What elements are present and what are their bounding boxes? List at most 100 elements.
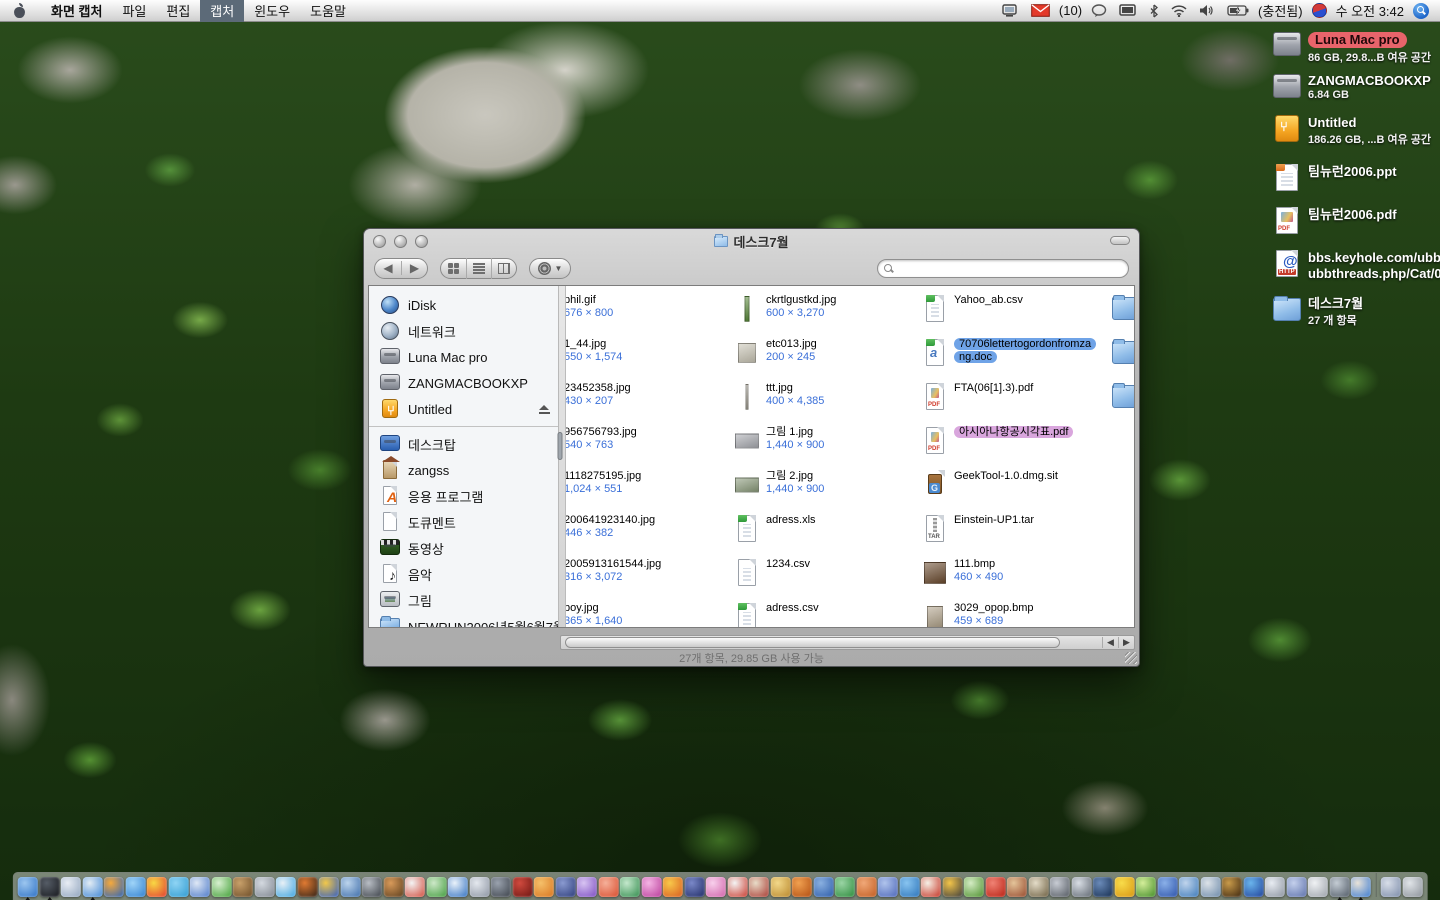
dock-icon-flower-orange[interactable]	[663, 877, 683, 897]
desktop-icon-데스크7월[interactable]: 데스크7월27 개 항목	[1272, 295, 1363, 328]
resize-grip[interactable]	[1125, 652, 1137, 664]
file-item[interactable]: ckrtlgustkd.jpg600 × 3,270	[734, 294, 836, 324]
dock-icon-ical[interactable]	[405, 877, 425, 897]
dock-icon-red-book[interactable]	[512, 877, 532, 897]
dock-icon-ichat[interactable]	[125, 877, 145, 897]
apple-menu[interactable]	[0, 0, 41, 22]
scroll-right-arrow[interactable]: ▶	[1118, 637, 1134, 648]
dock-icon-office-word[interactable]	[813, 877, 833, 897]
icon-view-button[interactable]	[441, 258, 466, 279]
dock-icon-cyberduck[interactable]	[1114, 877, 1134, 897]
desktop-icon-Luna Mac pro[interactable]: Luna Mac pro86 GB, 29.8...B 여유 공간	[1272, 30, 1431, 65]
dock-icon-google-earth[interactable]	[1243, 877, 1263, 897]
korean-input-flag-icon[interactable]	[1309, 0, 1330, 22]
dock-icon-capture-one[interactable]	[448, 877, 468, 897]
displays-icon[interactable]	[1116, 0, 1140, 22]
sidebar-item-응용 프로그램[interactable]: A응용 프로그램	[369, 483, 558, 509]
dock-icon-finder[interactable]	[18, 877, 38, 897]
dock-icon-machard[interactable]	[211, 877, 231, 897]
desktop-icon-팀뉴런2006.ppt[interactable]: 팀뉴런2006.ppt	[1272, 163, 1397, 193]
volume-icon[interactable]	[1196, 0, 1218, 22]
file-item[interactable]: Yahoo_ab.csv	[922, 294, 1023, 324]
dock-icon-apple-software[interactable]	[1308, 877, 1328, 897]
column-view-button[interactable]	[491, 258, 516, 279]
folder-icon-item[interactable]	[1111, 294, 1134, 324]
spotlight-icon[interactable]	[1410, 0, 1432, 22]
desktop-icon-ZANGMACBOOKXP[interactable]: ZANGMACBOOKXP6.84 GB	[1272, 72, 1431, 102]
sidebar-item-음악[interactable]: ♪음악	[369, 561, 558, 587]
file-item[interactable]: etc013.jpg200 × 245	[734, 338, 817, 368]
dock-icon-yahoo-messenger[interactable]	[147, 877, 167, 897]
dock-icon-dashboard[interactable]	[39, 877, 59, 897]
dock-icon-pencil-x[interactable]	[749, 877, 769, 897]
bluetooth-icon[interactable]	[1146, 0, 1162, 22]
dock-icon-word-live[interactable]	[190, 877, 210, 897]
dock-icon-photoshop[interactable]	[297, 877, 317, 897]
file-item[interactable]: adress.xls	[734, 514, 816, 544]
dock-icon-skype[interactable]	[168, 877, 188, 897]
file-item[interactable]: ttt.jpg400 × 4,385	[734, 382, 824, 412]
file-item[interactable]: FTA(06[1].3).pdf	[922, 382, 1033, 412]
wifi-icon[interactable]	[1168, 0, 1190, 22]
dock-icon-purple-swoosh[interactable]	[577, 877, 597, 897]
dock-icon-chemistry-flask[interactable]	[1136, 877, 1156, 897]
sidebar-item-동영상[interactable]: 동영상	[369, 535, 558, 561]
dock-icon-address-book[interactable]	[233, 877, 253, 897]
dock-icon-projector[interactable]	[491, 877, 511, 897]
menu-item-윈도우[interactable]: 윈도우	[244, 0, 300, 22]
dock-icon-calculator[interactable]	[254, 877, 274, 897]
dock-icon-stuffit-expander[interactable]	[1179, 877, 1199, 897]
close-button[interactable]	[373, 235, 386, 248]
file-item[interactable]: 1118275195.jpg1,024 × 551	[566, 470, 641, 500]
app-menu-title[interactable]: 화면 캡처	[41, 0, 112, 22]
forward-button[interactable]: ▶	[401, 261, 427, 275]
dock-icon-safari[interactable]	[82, 877, 102, 897]
dock-icon-image-capture[interactable]	[1329, 877, 1349, 897]
file-item[interactable]: phil.gif676 × 800	[566, 294, 613, 324]
dock-icon-acrobat-reader[interactable]	[727, 877, 747, 897]
sidebar-item-NEWRUN2006년5월6월7월[interactable]: NEWRUN2006년5월6월7월	[369, 613, 558, 627]
zoom-button[interactable]	[415, 235, 428, 248]
dock-icon-fireworks[interactable]	[942, 877, 962, 897]
dock-icon-orange-infinity[interactable]	[534, 877, 554, 897]
desktop-icon-팀뉴런2006.pdf[interactable]: 팀뉴런2006.pdf	[1272, 206, 1397, 236]
dock-icon-ink-pen[interactable]	[1050, 877, 1070, 897]
sidebar-scrollbar[interactable]	[559, 286, 566, 627]
dock-icon-binoculars[interactable]	[1093, 877, 1113, 897]
dock-icon-gold-medal[interactable]	[770, 877, 790, 897]
battery-icon[interactable]	[1224, 0, 1252, 22]
dock-icon-notebook[interactable]	[1007, 877, 1027, 897]
dock-icon-iphoto[interactable]	[1351, 877, 1371, 897]
desktop-icon-bbs.keyhole.com/ubb/[interactable]: @HTTPbbs.keyhole.com/ubb/ubbthreads.php/…	[1272, 249, 1440, 282]
back-button[interactable]: ◀	[375, 261, 401, 275]
ichat-bubble-icon[interactable]	[1088, 0, 1110, 22]
dock-icon-flash-player[interactable]	[985, 877, 1005, 897]
dock-icon-documents-stack[interactable]	[1381, 877, 1401, 897]
file-item[interactable]: 그림 1.jpg1,440 × 900	[734, 426, 824, 456]
file-item[interactable]: boy.jpg365 × 1,640	[566, 602, 622, 627]
dock-icon-sherlock[interactable]	[340, 877, 360, 897]
dock-icon-feather-red[interactable]	[598, 877, 618, 897]
sidebar-item-도큐멘트[interactable]: 도큐멘트	[369, 509, 558, 535]
dock-icon-crystal-pink[interactable]	[706, 877, 726, 897]
sidebar-item-iDisk[interactable]: iDisk	[369, 292, 558, 318]
dock-icon-garageband[interactable]	[383, 877, 403, 897]
dock-icon-firefox[interactable]	[104, 877, 124, 897]
dock-icon-app-store-bag[interactable]	[1265, 877, 1285, 897]
dock-icon-dark-planet[interactable]	[1222, 877, 1242, 897]
file-item[interactable]: 그림 2.jpg1,440 × 900	[734, 470, 824, 500]
dock-icon-office-excel[interactable]	[835, 877, 855, 897]
dock-icon-flash[interactable]	[921, 877, 941, 897]
dock-icon-wmv-player[interactable]	[426, 877, 446, 897]
file-item[interactable]: 2005913161544.jpg316 × 3,072	[566, 558, 661, 588]
dock-icon-blue-bag[interactable]	[1286, 877, 1306, 897]
file-item[interactable]: 1_44.jpg550 × 1,574	[566, 338, 622, 368]
dock-icon-star-navy[interactable]	[684, 877, 704, 897]
sidebar-item-네트워크[interactable]: 네트워크	[369, 318, 558, 344]
dock-icon-itunes[interactable]	[276, 877, 296, 897]
menu-item-캡처[interactable]: 캡처	[200, 0, 244, 22]
dock-icon-toaster[interactable]	[1071, 877, 1091, 897]
file-item[interactable]: adress.csv	[734, 602, 819, 627]
file-item[interactable]: 아시아나항공시각표.pdf	[922, 426, 1073, 456]
dock-icon-mail[interactable]	[61, 877, 81, 897]
